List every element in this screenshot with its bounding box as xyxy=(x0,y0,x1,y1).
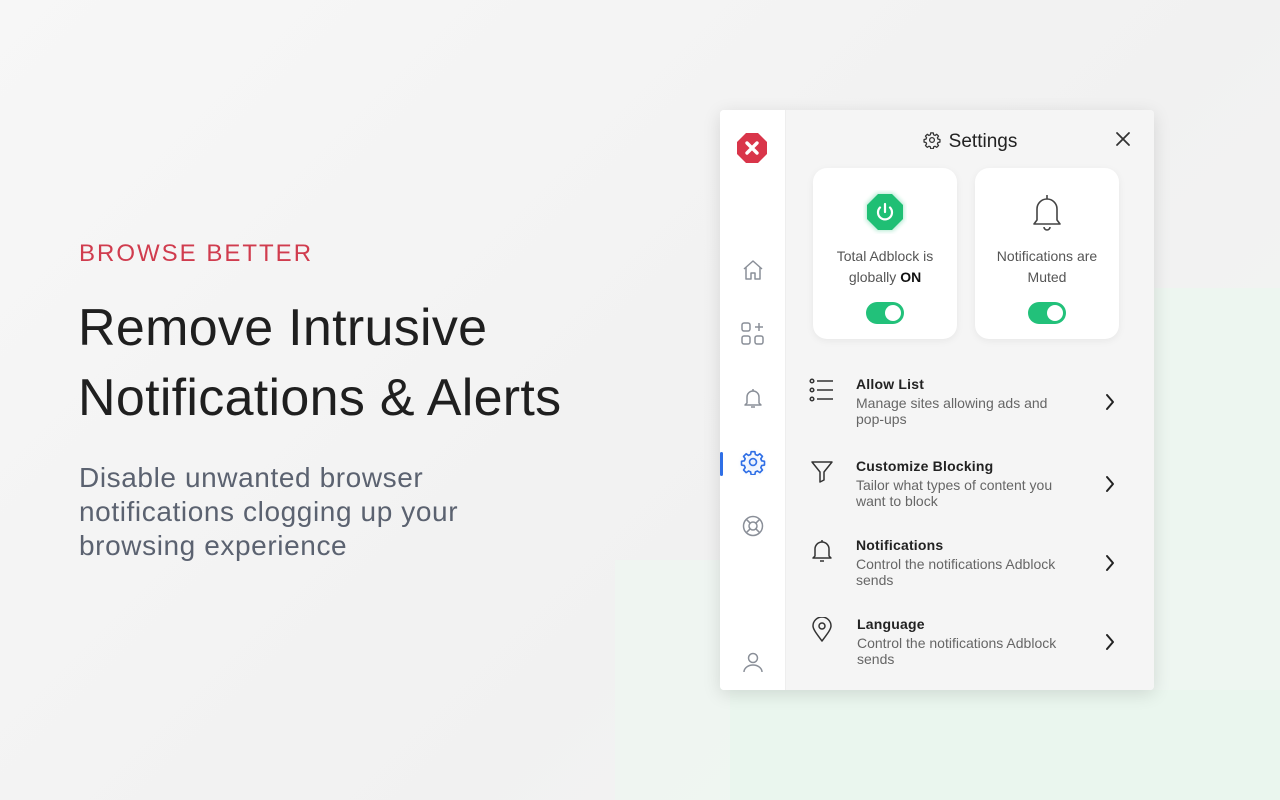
menu-item-desc: Control the notifications Adblock sends xyxy=(856,556,1056,588)
power-badge xyxy=(863,190,907,234)
sidebar-item-settings[interactable] xyxy=(720,448,769,480)
toggle-knob xyxy=(1047,305,1063,321)
settings-panel: Settings Total Adblock is globally ON No… xyxy=(786,110,1154,690)
apps-add-icon xyxy=(740,321,766,352)
sidebar-item-home[interactable] xyxy=(737,256,769,288)
toggle-knob xyxy=(885,305,901,321)
close-button[interactable] xyxy=(1112,130,1134,152)
headline-line-1: Remove Intrusive xyxy=(78,299,488,357)
hero-headline: Remove Intrusive Notifications & Alerts xyxy=(78,293,638,433)
gear-icon xyxy=(923,131,941,154)
chevron-right-icon xyxy=(1100,474,1120,494)
lifebuoy-icon xyxy=(741,514,765,543)
bell-icon xyxy=(1025,190,1069,234)
menu-item-customize-blocking[interactable]: Customize Blocking Tailor what types of … xyxy=(808,458,1128,522)
chevron-right-icon xyxy=(1100,553,1120,573)
notifications-toggle[interactable] xyxy=(1028,302,1066,324)
sidebar-item-support[interactable] xyxy=(737,512,769,544)
user-icon xyxy=(741,650,765,679)
menu-item-desc: Manage sites allowing ads and pop-ups xyxy=(856,395,1048,427)
menu-item-title: Notifications xyxy=(856,537,944,553)
adblock-toggle[interactable] xyxy=(866,302,904,324)
menu-item-desc: Tailor what types of content you want to… xyxy=(856,477,1053,509)
menu-item-title: Customize Blocking xyxy=(856,458,994,474)
background-shape xyxy=(730,690,1280,800)
location-pin-icon xyxy=(808,616,836,644)
settings-header: Settings xyxy=(786,128,1154,156)
bell-icon xyxy=(741,386,765,415)
notifications-status-text: Notifications are Muted xyxy=(996,248,1098,285)
menu-item-notifications[interactable]: Notifications Control the notifications … xyxy=(808,537,1128,601)
adblock-status-text: Total Adblock is globally ON xyxy=(823,246,947,288)
chevron-right-icon xyxy=(1100,392,1120,412)
sidebar-item-apps[interactable] xyxy=(737,320,769,352)
page-title: Settings xyxy=(948,131,1018,152)
adblock-logo xyxy=(736,132,768,164)
filter-icon xyxy=(808,458,836,486)
sidebar xyxy=(720,110,786,690)
list-icon xyxy=(808,376,836,404)
home-icon xyxy=(741,258,765,287)
close-icon xyxy=(1115,131,1131,152)
menu-item-title: Language xyxy=(857,616,925,632)
sidebar-item-notifications[interactable] xyxy=(737,384,769,416)
bell-icon xyxy=(808,537,836,565)
menu-item-title: Allow List xyxy=(856,376,925,392)
gear-icon xyxy=(740,449,766,480)
menu-item-allow-list[interactable]: Allow List Manage sites allowing ads and… xyxy=(808,376,1128,440)
adblock-status-state: ON xyxy=(900,269,922,285)
adblock-status-card: Total Adblock is globally ON xyxy=(813,168,957,339)
menu-item-desc: Control the notifications Adblock sends xyxy=(857,635,1057,667)
hero-eyebrow: BROWSE BETTER xyxy=(79,240,314,267)
headline-line-2: Notifications & Alerts xyxy=(78,369,562,427)
extension-popup: Settings Total Adblock is globally ON No… xyxy=(720,110,1154,690)
chevron-right-icon xyxy=(1100,632,1120,652)
notifications-status-card: Notifications are Muted xyxy=(975,168,1119,339)
hero-subhead: Disable unwanted browser notifications c… xyxy=(79,462,459,561)
menu-item-language[interactable]: Language Control the notifications Adblo… xyxy=(808,616,1128,680)
sidebar-item-account[interactable] xyxy=(737,648,769,680)
